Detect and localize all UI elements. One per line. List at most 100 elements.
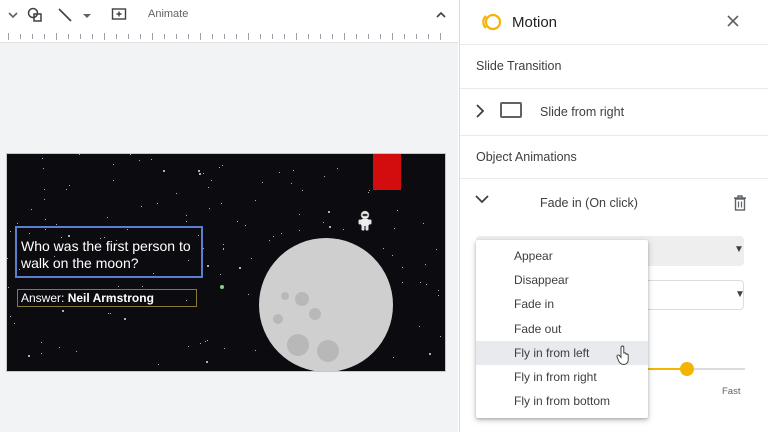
astronaut-icon[interactable] xyxy=(357,210,373,232)
star xyxy=(107,217,108,218)
speed-slider-thumb[interactable] xyxy=(680,362,694,376)
star xyxy=(157,203,158,204)
ruler-tick xyxy=(224,34,225,39)
star xyxy=(438,295,439,296)
star xyxy=(426,284,427,285)
chevron-down-icon[interactable] xyxy=(4,6,22,24)
ruler-tick xyxy=(260,34,261,39)
answer-text[interactable]: Answer: Neil Armstrong xyxy=(21,291,154,305)
ruler-tick xyxy=(356,34,357,39)
menu-item[interactable]: Fly in from bottom xyxy=(476,389,648,413)
ruler-tick xyxy=(128,34,129,39)
moon-crater xyxy=(295,292,309,306)
ruler-tick xyxy=(8,33,9,40)
comment-icon[interactable] xyxy=(110,6,128,24)
star xyxy=(151,159,152,160)
star xyxy=(186,221,187,222)
star xyxy=(368,192,369,193)
red-rectangle-shape[interactable] xyxy=(373,154,401,190)
menu-item[interactable]: Fade out xyxy=(476,317,648,341)
star xyxy=(163,170,165,172)
star xyxy=(343,229,344,230)
star xyxy=(269,240,270,241)
close-icon[interactable] xyxy=(724,12,742,30)
star xyxy=(222,165,223,166)
menu-item[interactable]: Disappear xyxy=(476,268,648,292)
star xyxy=(392,255,393,256)
ruler-tick xyxy=(104,33,105,40)
menu-item-label: Fly in from bottom xyxy=(514,394,611,409)
star xyxy=(14,323,15,324)
ruler-tick xyxy=(416,34,417,39)
star xyxy=(69,185,70,186)
star xyxy=(113,164,114,165)
menu-item[interactable]: Fade in xyxy=(476,292,648,316)
transition-row[interactable]: Slide from right xyxy=(460,89,768,135)
ruler-tick xyxy=(92,34,93,39)
slide-thumbnail-icon xyxy=(500,102,522,118)
ruler-tick xyxy=(428,34,429,39)
star xyxy=(251,258,252,259)
star xyxy=(203,173,204,174)
line-dropdown-icon[interactable] xyxy=(78,6,96,24)
green-star xyxy=(220,285,224,289)
animate-button[interactable]: Animate xyxy=(148,8,188,20)
star xyxy=(237,221,238,222)
ruler-tick xyxy=(332,34,333,39)
chevron-up-icon[interactable] xyxy=(432,6,450,24)
ruler-tick xyxy=(212,34,213,39)
moon-image[interactable] xyxy=(259,238,393,371)
star xyxy=(42,158,43,159)
star xyxy=(207,340,208,341)
ruler-tick xyxy=(248,33,249,40)
ruler-tick xyxy=(44,34,45,39)
star xyxy=(108,313,109,314)
star xyxy=(209,208,210,209)
star xyxy=(221,203,222,204)
star xyxy=(223,249,224,250)
star xyxy=(281,233,282,234)
star xyxy=(219,167,220,168)
star xyxy=(324,176,325,177)
ruler-tick xyxy=(20,34,21,39)
chevron-right-icon[interactable] xyxy=(474,103,486,124)
ruler-tick xyxy=(440,33,441,40)
star xyxy=(402,267,403,268)
chevron-down-icon[interactable] xyxy=(474,192,490,210)
ruler-tick xyxy=(308,34,309,39)
answer-prefix: Answer: xyxy=(21,291,68,305)
star xyxy=(328,211,330,213)
menu-item[interactable]: Appear xyxy=(476,244,648,268)
star xyxy=(323,222,324,223)
star xyxy=(200,343,201,344)
star xyxy=(158,364,159,365)
slide-canvas[interactable]: Who was the first person to walk on the … xyxy=(6,153,446,372)
star xyxy=(337,168,338,169)
animation-item-label[interactable]: Fade in (On click) xyxy=(540,196,638,210)
ruler-tick xyxy=(392,33,393,40)
trash-icon[interactable] xyxy=(732,194,748,212)
star xyxy=(224,348,225,349)
menu-item[interactable]: Fly in from right xyxy=(476,365,648,389)
ruler-tick xyxy=(56,33,57,40)
question-text[interactable]: Who was the first person to walk on the … xyxy=(21,238,211,272)
moon-crater xyxy=(287,334,309,356)
ruler-tick xyxy=(80,34,81,39)
star xyxy=(419,326,420,327)
star xyxy=(10,316,11,317)
star xyxy=(279,172,280,173)
star xyxy=(205,341,206,342)
moon-crater xyxy=(281,292,289,300)
ruler-tick xyxy=(272,34,273,39)
star xyxy=(239,267,241,269)
dropdown-arrow-icon: ▼ xyxy=(734,244,744,255)
star xyxy=(45,219,46,220)
shapes-icon[interactable] xyxy=(26,6,44,24)
line-icon[interactable] xyxy=(56,6,74,24)
star xyxy=(76,351,77,352)
star xyxy=(436,249,437,250)
star xyxy=(199,173,201,175)
ruler-tick xyxy=(152,33,153,40)
menu-item[interactable]: Fly in from left xyxy=(476,340,648,365)
star xyxy=(302,190,303,191)
